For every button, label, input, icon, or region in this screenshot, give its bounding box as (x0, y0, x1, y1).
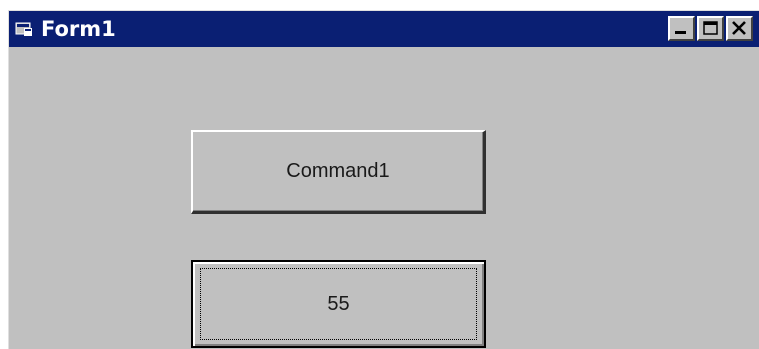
form-client-area: Command1 55 (9, 47, 759, 349)
close-button[interactable] (726, 16, 753, 41)
app-icon[interactable] (13, 17, 37, 41)
window-title: Form1 (41, 17, 116, 41)
maximize-icon (703, 21, 718, 35)
form-window: Form1 Command1 55 (8, 10, 759, 349)
minimize-button[interactable] (668, 16, 695, 41)
title-controls (668, 16, 753, 41)
maximize-button[interactable] (697, 16, 724, 41)
command1-button[interactable]: Command1 (191, 130, 486, 214)
close-icon (732, 21, 746, 35)
title-bar[interactable]: Form1 (9, 11, 759, 47)
command2-label: 55 (327, 292, 350, 315)
minimize-icon (675, 31, 686, 34)
command1-label: Command1 (286, 160, 390, 182)
command2-button[interactable]: 55 (191, 260, 486, 348)
